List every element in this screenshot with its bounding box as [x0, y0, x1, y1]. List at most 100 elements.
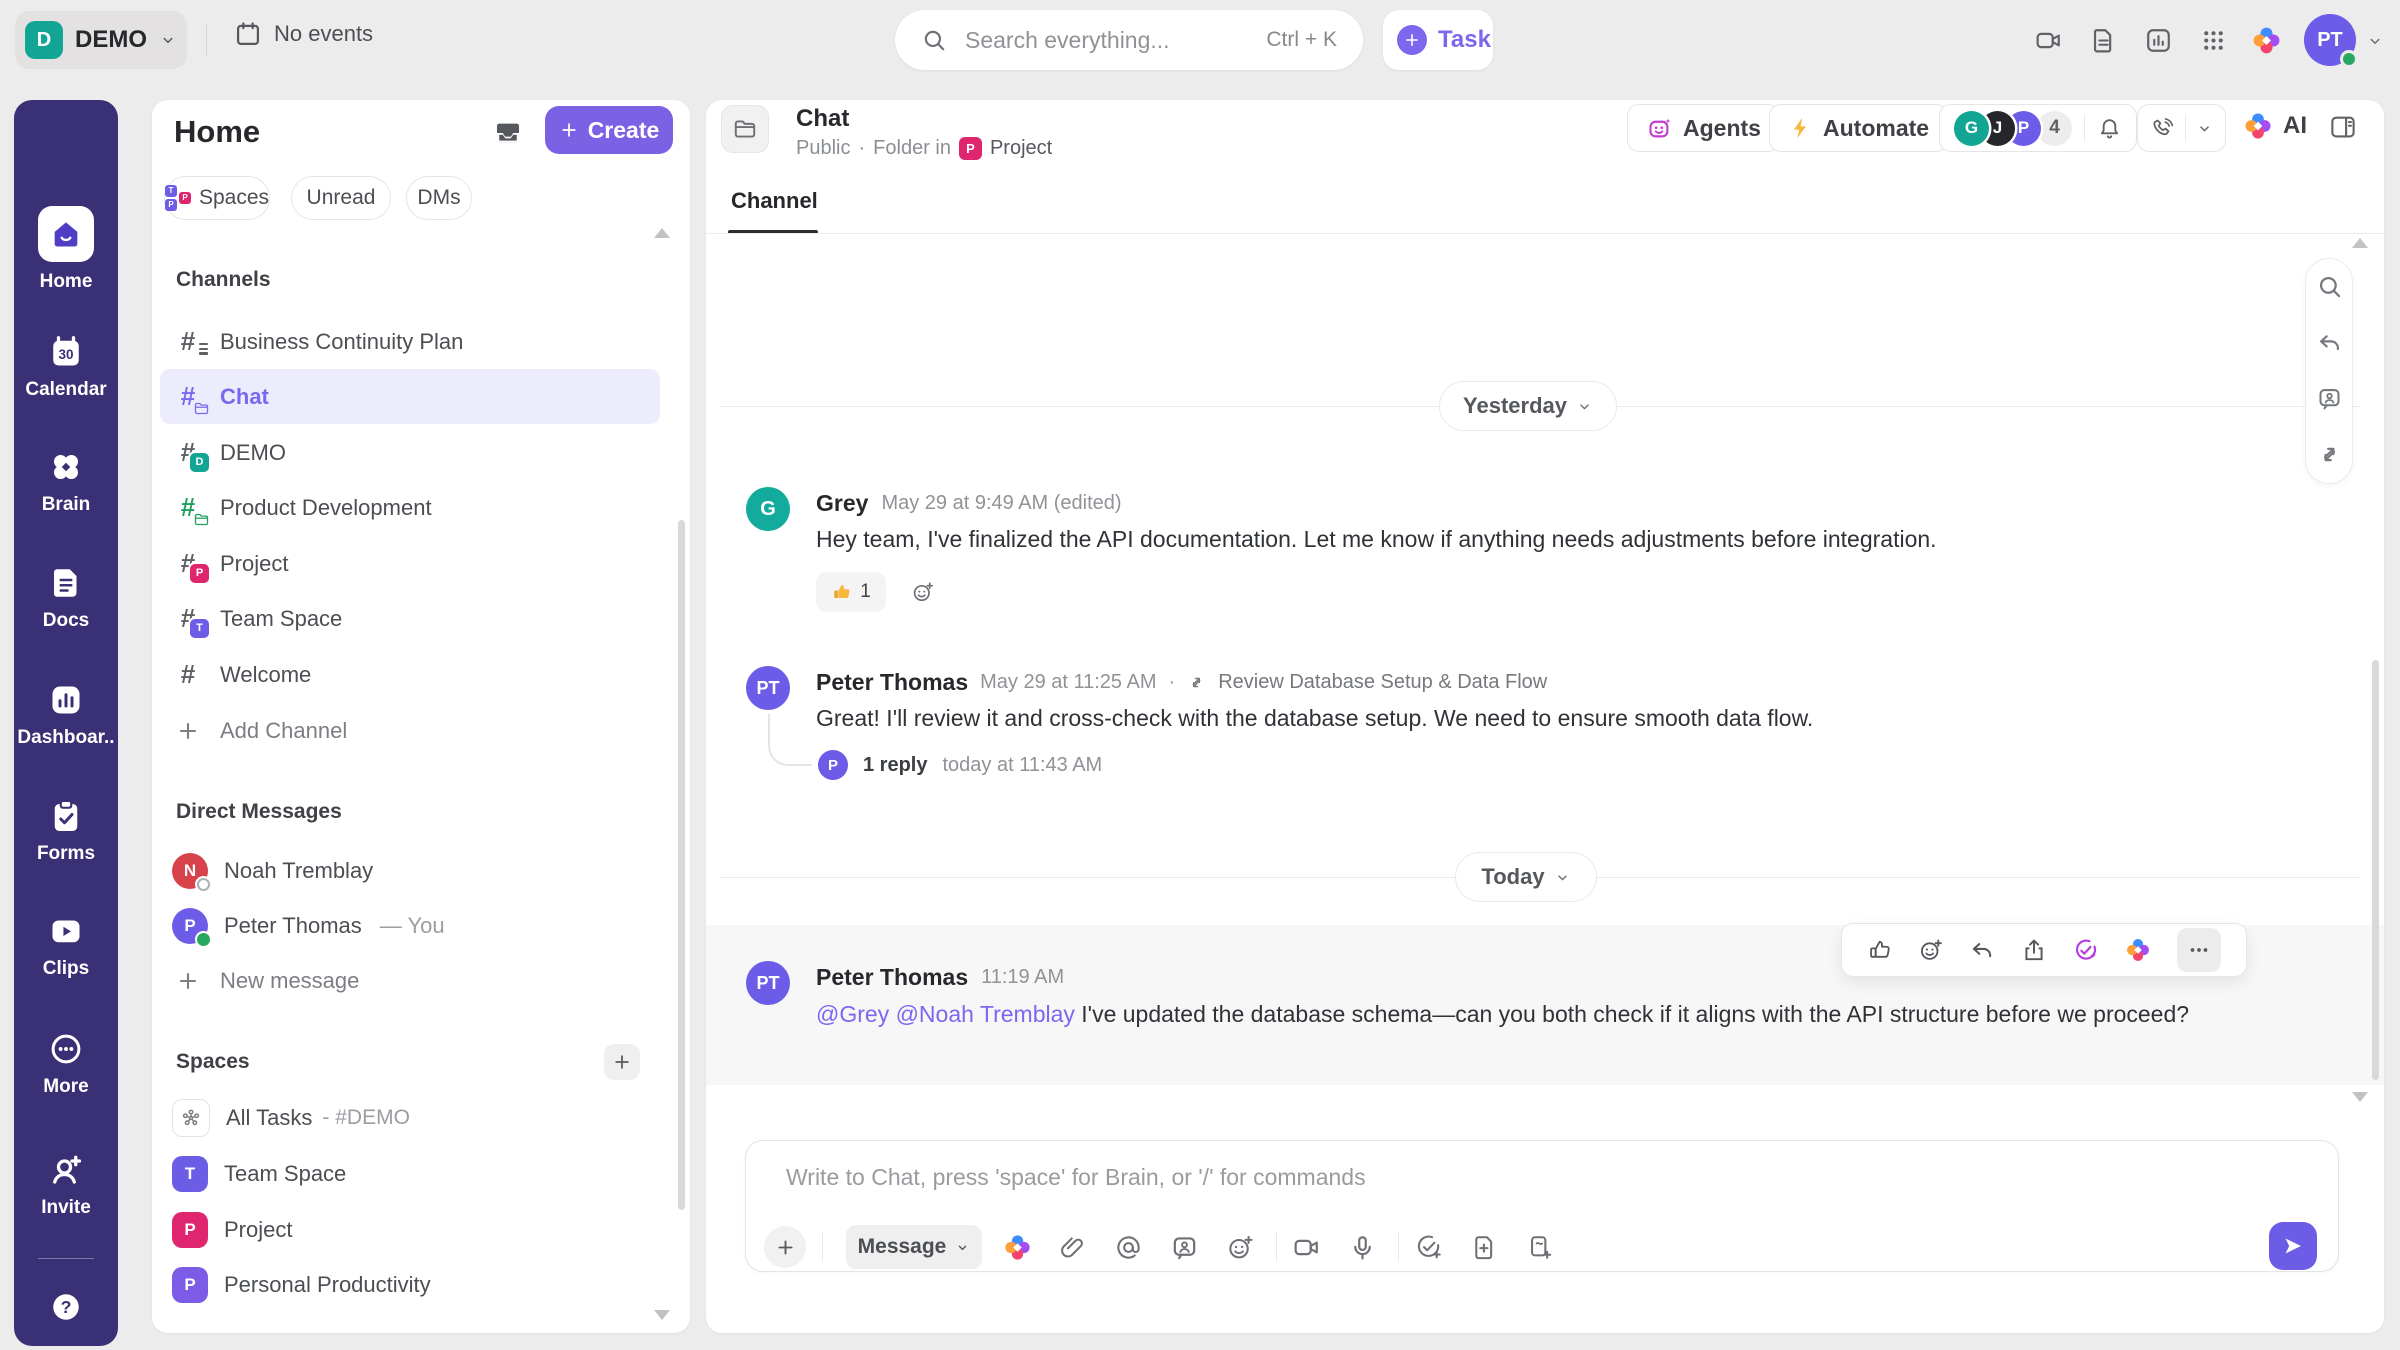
- reply-button[interactable]: [1969, 937, 1995, 963]
- project-name[interactable]: Project: [990, 137, 1052, 160]
- sidebar-scrollbar[interactable]: [678, 520, 685, 1210]
- composer-plus-button[interactable]: [764, 1226, 806, 1268]
- replies-button[interactable]: [2316, 329, 2343, 356]
- message-author[interactable]: Peter Thomas: [816, 964, 968, 991]
- no-events-button[interactable]: No events: [234, 20, 373, 48]
- channel-row-chat-selected[interactable]: # Chat: [160, 369, 660, 424]
- user-menu[interactable]: PT: [2304, 14, 2356, 66]
- dm-row-peter-thomas[interactable]: P Peter Thomas — You: [160, 898, 660, 953]
- sort-switch-button[interactable]: [2316, 441, 2343, 468]
- chat-scrollbar[interactable]: [2372, 660, 2379, 1080]
- followers-button[interactable]: [2316, 385, 2343, 412]
- space-row-all-tasks[interactable]: All Tasks - #DEMO: [160, 1090, 660, 1145]
- send-button[interactable]: [2269, 1222, 2317, 1270]
- scroll-down-arrow[interactable]: [2352, 1092, 2368, 1102]
- rail-item-brain[interactable]: Brain: [14, 449, 118, 516]
- filter-spaces[interactable]: T P P Spaces: [164, 176, 270, 220]
- more-actions-button[interactable]: [2177, 928, 2221, 972]
- inbox-button[interactable]: [493, 118, 523, 148]
- filter-unread[interactable]: Unread: [291, 176, 391, 220]
- reaction-pill[interactable]: 1: [816, 572, 886, 612]
- record-video-button[interactable]: [2034, 26, 2063, 55]
- new-message-button[interactable]: New message: [160, 953, 660, 1008]
- ai-actions-button[interactable]: [2124, 936, 2152, 964]
- new-task-button[interactable]: Task: [1383, 10, 1493, 70]
- assign-comment-button[interactable]: [1170, 1233, 1199, 1262]
- dm-row-noah-tremblay[interactable]: N Noah Tremblay: [160, 843, 660, 898]
- dm-initial: N: [184, 861, 196, 881]
- message-type-dropdown[interactable]: Message: [846, 1225, 982, 1269]
- create-task-button[interactable]: [1414, 1233, 1443, 1262]
- record-audio-button[interactable]: [1348, 1233, 1377, 1262]
- tab-channel[interactable]: Channel: [731, 188, 818, 214]
- add-space-button[interactable]: [604, 1044, 640, 1080]
- rail-item-clips[interactable]: Clips: [14, 913, 118, 980]
- rail-item-forms[interactable]: Forms: [14, 798, 118, 865]
- workspace-switcher[interactable]: D DEMO: [15, 11, 187, 69]
- emoji-button[interactable]: [1226, 1233, 1255, 1262]
- rail-item-dashboards[interactable]: Dashboar..: [14, 682, 118, 749]
- share-button[interactable]: [2021, 937, 2047, 963]
- dm-initial: P: [184, 916, 195, 936]
- user-menu-chevron-icon[interactable]: [2366, 32, 2384, 50]
- create-button[interactable]: Create: [545, 106, 673, 154]
- scroll-down-arrow[interactable]: [654, 1310, 670, 1320]
- ask-ai-button[interactable]: AI: [2242, 110, 2307, 142]
- chat-side-toolbar: [2305, 258, 2353, 484]
- avatar[interactable]: PT: [746, 961, 790, 1005]
- rail-item-calendar[interactable]: Calendar: [14, 334, 118, 401]
- avatar: N: [172, 853, 208, 889]
- channel-row-project[interactable]: #P Project: [160, 536, 660, 591]
- thumbs-up-button[interactable]: [1867, 937, 1893, 963]
- thread-reply-row[interactable]: P 1 reply today at 11:43 AM: [818, 750, 1102, 780]
- create-doc-button[interactable]: [1470, 1233, 1499, 1262]
- space-row-personal-productivity[interactable]: P Personal Productivity: [160, 1257, 660, 1312]
- app-grid-button[interactable]: [2199, 26, 2228, 55]
- message-author[interactable]: Grey: [816, 490, 868, 517]
- message-author[interactable]: Peter Thomas: [816, 669, 968, 696]
- user-mentions[interactable]: @Grey @Noah Tremblay: [816, 1001, 1075, 1027]
- docs-quick-button[interactable]: [2089, 26, 2118, 55]
- channel-row-welcome[interactable]: # Welcome: [160, 647, 660, 702]
- date-divider-yesterday[interactable]: Yesterday: [1439, 381, 1617, 431]
- mention-button[interactable]: [1114, 1233, 1143, 1262]
- linked-task[interactable]: Review Database Setup & Data Flow: [1218, 671, 1547, 694]
- channel-row-demo[interactable]: #D DEMO: [160, 425, 660, 480]
- rail-item-docs[interactable]: Docs: [14, 565, 118, 632]
- channel-row-product-development[interactable]: # Product Development: [160, 480, 660, 535]
- scroll-up-arrow[interactable]: [2352, 238, 2368, 248]
- rail-item-help[interactable]: [14, 1290, 118, 1324]
- search-input[interactable]: Search everything... Ctrl + K: [895, 10, 1363, 70]
- bell-icon[interactable]: [2097, 116, 2122, 141]
- channel-row-team-space[interactable]: #T Team Space: [160, 591, 660, 646]
- call-button[interactable]: [2137, 104, 2226, 152]
- toggle-sidebar-button[interactable]: [2328, 112, 2358, 142]
- add-reaction-button[interactable]: [902, 572, 944, 612]
- message-input[interactable]: Write to Chat, press 'space' for Brain, …: [786, 1164, 1366, 1191]
- automate-button[interactable]: Automate: [1769, 104, 1948, 152]
- rail-item-more[interactable]: More: [14, 1031, 118, 1098]
- members-notifications-button[interactable]: G J P 4: [1939, 104, 2137, 152]
- create-task-from-message-button[interactable]: [2072, 937, 2099, 964]
- space-row-project[interactable]: P Project: [160, 1202, 660, 1257]
- composer-ai-button[interactable]: [1002, 1232, 1033, 1263]
- add-clip-button[interactable]: [1526, 1233, 1555, 1262]
- space-row-team-space[interactable]: T Team Space: [160, 1146, 660, 1201]
- record-clip-button[interactable]: [1292, 1233, 1321, 1262]
- add-channel-button[interactable]: Add Channel: [160, 703, 660, 758]
- rail-item-home[interactable]: Home: [14, 206, 118, 293]
- date-divider-today[interactable]: Today: [1455, 852, 1597, 902]
- dashboards-quick-button[interactable]: [2144, 26, 2173, 55]
- space-name: Team Space: [224, 1161, 346, 1187]
- attach-file-button[interactable]: [1058, 1233, 1087, 1262]
- rail-item-invite[interactable]: Invite: [14, 1152, 118, 1219]
- add-reaction-button[interactable]: [1918, 937, 1944, 963]
- avatar[interactable]: G: [746, 487, 790, 531]
- filter-dms[interactable]: DMs: [406, 176, 472, 220]
- avatar[interactable]: PT: [746, 666, 790, 710]
- scroll-up-arrow[interactable]: [654, 228, 670, 238]
- agents-button[interactable]: Agents: [1627, 104, 1780, 152]
- clickup-ai-button[interactable]: [2250, 24, 2283, 57]
- search-in-chat-button[interactable]: [2316, 273, 2343, 300]
- channel-row-business-continuity-plan[interactable]: # Business Continuity Plan: [160, 314, 660, 369]
